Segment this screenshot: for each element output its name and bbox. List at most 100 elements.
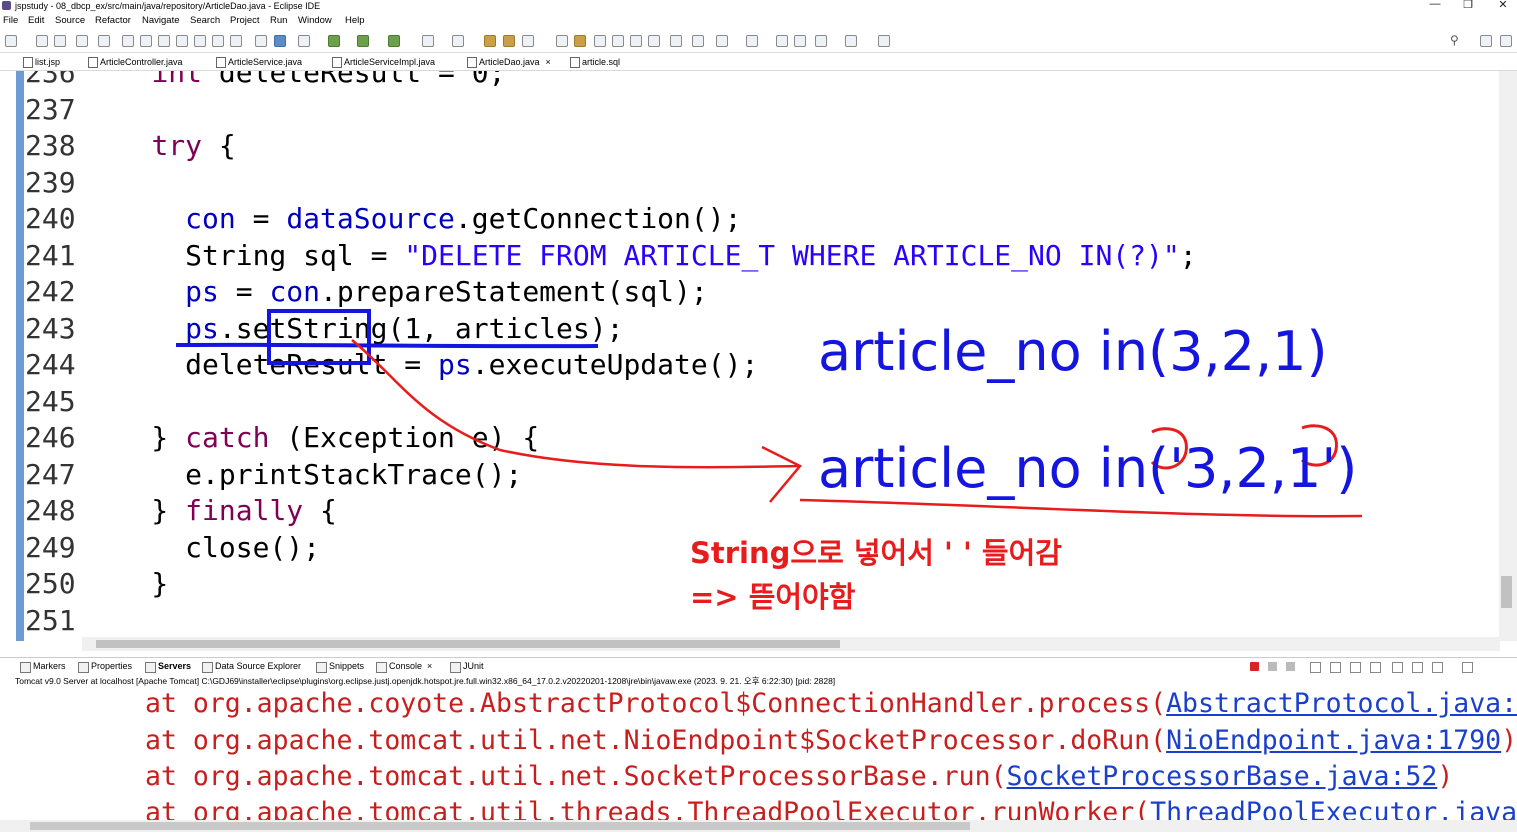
close-tab-button[interactable]: × — [546, 57, 551, 67]
mark-occurrences-icon[interactable] — [274, 35, 286, 47]
open-perspective-icon[interactable] — [878, 35, 890, 47]
new-java-class-icon[interactable] — [452, 35, 464, 47]
menu-help[interactable]: Help — [345, 15, 365, 26]
prev-annotation-dropdown-icon[interactable] — [746, 35, 758, 47]
new-server-icon[interactable] — [422, 35, 434, 47]
tab-label: article.sql — [582, 57, 621, 67]
suspend-icon[interactable] — [140, 35, 152, 47]
menu-bar: File Edit Source Refactor Navigate Searc… — [0, 13, 1517, 29]
pin-editor-icon[interactable] — [670, 35, 682, 47]
save-icon[interactable] — [36, 35, 48, 47]
display-console-icon[interactable] — [1412, 662, 1423, 673]
terminal-icon[interactable] — [76, 35, 88, 47]
terminate-console-icon[interactable] — [1250, 662, 1259, 671]
tab-article-service-impl[interactable]: ArticleServiceImpl.java — [332, 56, 435, 68]
tab-article-service[interactable]: ArticleService.java — [216, 56, 302, 68]
source-link[interactable]: SocketProcessorBase.java:52 — [1007, 761, 1438, 792]
source-link[interactable]: NioEndpoint.java:1790 — [1166, 725, 1501, 756]
toggle-block-icon[interactable] — [255, 35, 267, 47]
step-over-icon[interactable] — [212, 35, 224, 47]
menu-refactor[interactable]: Refactor — [95, 15, 131, 26]
previous-annotation-icon[interactable] — [612, 35, 624, 47]
last-edit-location-icon[interactable] — [776, 35, 788, 47]
show-whitespace-icon[interactable] — [648, 35, 660, 47]
remove-launch-icon[interactable] — [1268, 662, 1277, 671]
menu-edit[interactable]: Edit — [28, 15, 44, 26]
scroll-lock-icon[interactable] — [1310, 662, 1321, 673]
tab-data-source-explorer[interactable]: Data Source Explorer — [202, 661, 301, 673]
tab-list-jsp[interactable]: list.jsp — [23, 56, 60, 68]
open-console-icon[interactable] — [1432, 662, 1443, 673]
word-wrap-icon[interactable] — [1330, 662, 1341, 673]
horizontal-scroll-thumb[interactable] — [96, 640, 840, 648]
step-into-icon[interactable] — [194, 35, 206, 47]
annotation-icon[interactable] — [556, 35, 568, 47]
next-annotation-dropdown-icon[interactable] — [716, 35, 728, 47]
code-token: con — [269, 275, 321, 308]
code-token: ps — [185, 275, 219, 308]
resume-icon[interactable] — [122, 35, 134, 47]
maximize-button[interactable]: ❐ — [1458, 0, 1478, 11]
search-dropdown-icon[interactable] — [522, 35, 534, 47]
step-return-icon[interactable] — [230, 35, 242, 47]
tab-markers[interactable]: Markers — [20, 661, 66, 673]
tab-label: Console — [389, 661, 423, 671]
new-icon[interactable] — [5, 35, 17, 47]
menu-search[interactable]: Search — [190, 15, 220, 26]
source-link[interactable]: AbstractProtocol.java: — [1166, 688, 1517, 719]
tab-junit[interactable]: JUnit — [450, 661, 484, 673]
forward-dropdown-icon[interactable] — [845, 35, 857, 47]
tab-article-sql[interactable]: article.sql — [570, 56, 620, 68]
tab-article-dao[interactable]: ArticleDao.java × — [467, 56, 551, 68]
tab-console[interactable]: Console × — [376, 661, 432, 673]
coverage-icon[interactable] — [357, 35, 369, 47]
line-number: 236 — [25, 71, 76, 89]
run-icon[interactable] — [328, 35, 340, 47]
console-scroll-thumb[interactable] — [30, 822, 970, 830]
skip-breakpoints-icon[interactable] — [98, 35, 110, 47]
tab-servers[interactable]: Servers — [145, 661, 191, 673]
vertical-scrollbar[interactable] — [1499, 71, 1517, 641]
pen-icon[interactable] — [574, 35, 586, 47]
console-output[interactable]: at org.apache.coyote.AbstractProtocol$Co… — [0, 688, 1517, 820]
show-on-output-icon[interactable] — [1350, 662, 1361, 673]
menu-project[interactable]: Project — [230, 15, 260, 26]
line-number: 245 — [25, 384, 76, 418]
menu-source[interactable]: Source — [55, 15, 85, 26]
minimize-button[interactable]: — — [1425, 0, 1445, 10]
menu-navigate[interactable]: Navigate — [142, 15, 180, 26]
pin-console-icon[interactable] — [1392, 662, 1403, 673]
source-link[interactable]: ThreadPoolExecutor.java — [1150, 797, 1517, 820]
next-annotation-icon[interactable] — [594, 35, 606, 47]
perspective-icon[interactable] — [1480, 35, 1492, 47]
save-all-icon[interactable] — [54, 35, 66, 47]
vertical-scroll-thumb[interactable] — [1501, 576, 1512, 608]
search-icon[interactable]: ⚲ — [1450, 34, 1460, 46]
block-selection-icon[interactable] — [630, 35, 642, 47]
console-icon — [376, 662, 387, 673]
last-edit-icon[interactable] — [692, 35, 704, 47]
tab-article-controller[interactable]: ArticleController.java — [88, 56, 183, 68]
tab-snippets[interactable]: Snippets — [316, 661, 364, 673]
remove-all-icon[interactable] — [1286, 662, 1295, 671]
back-dropdown-icon[interactable] — [815, 35, 827, 47]
open-task-icon[interactable] — [503, 35, 515, 47]
tab-properties[interactable]: Properties — [78, 661, 132, 673]
disconnect-icon[interactable] — [176, 35, 188, 47]
external-tools-icon[interactable] — [388, 35, 400, 47]
open-type-icon[interactable] — [484, 35, 496, 47]
close-console-button[interactable]: × — [427, 661, 432, 671]
menu-window[interactable]: Window — [298, 15, 332, 26]
debug-dropdown-icon[interactable] — [298, 35, 310, 47]
show-on-error-icon[interactable] — [1370, 662, 1381, 673]
code-token: deleteResult = — [84, 348, 439, 381]
java-ee-perspective-icon[interactable] — [1500, 35, 1512, 47]
back-icon[interactable] — [794, 35, 806, 47]
menu-run[interactable]: Run — [270, 15, 287, 26]
code-line: ps.setString(1, articles); — [84, 311, 623, 347]
terminate-icon[interactable] — [158, 35, 170, 47]
close-window-button[interactable]: ✕ — [1493, 0, 1513, 11]
menu-file[interactable]: File — [3, 15, 18, 26]
annotation-correct-sql: article_no in(3,2,1) — [818, 320, 1328, 383]
view-menu-icon[interactable] — [1462, 662, 1473, 673]
